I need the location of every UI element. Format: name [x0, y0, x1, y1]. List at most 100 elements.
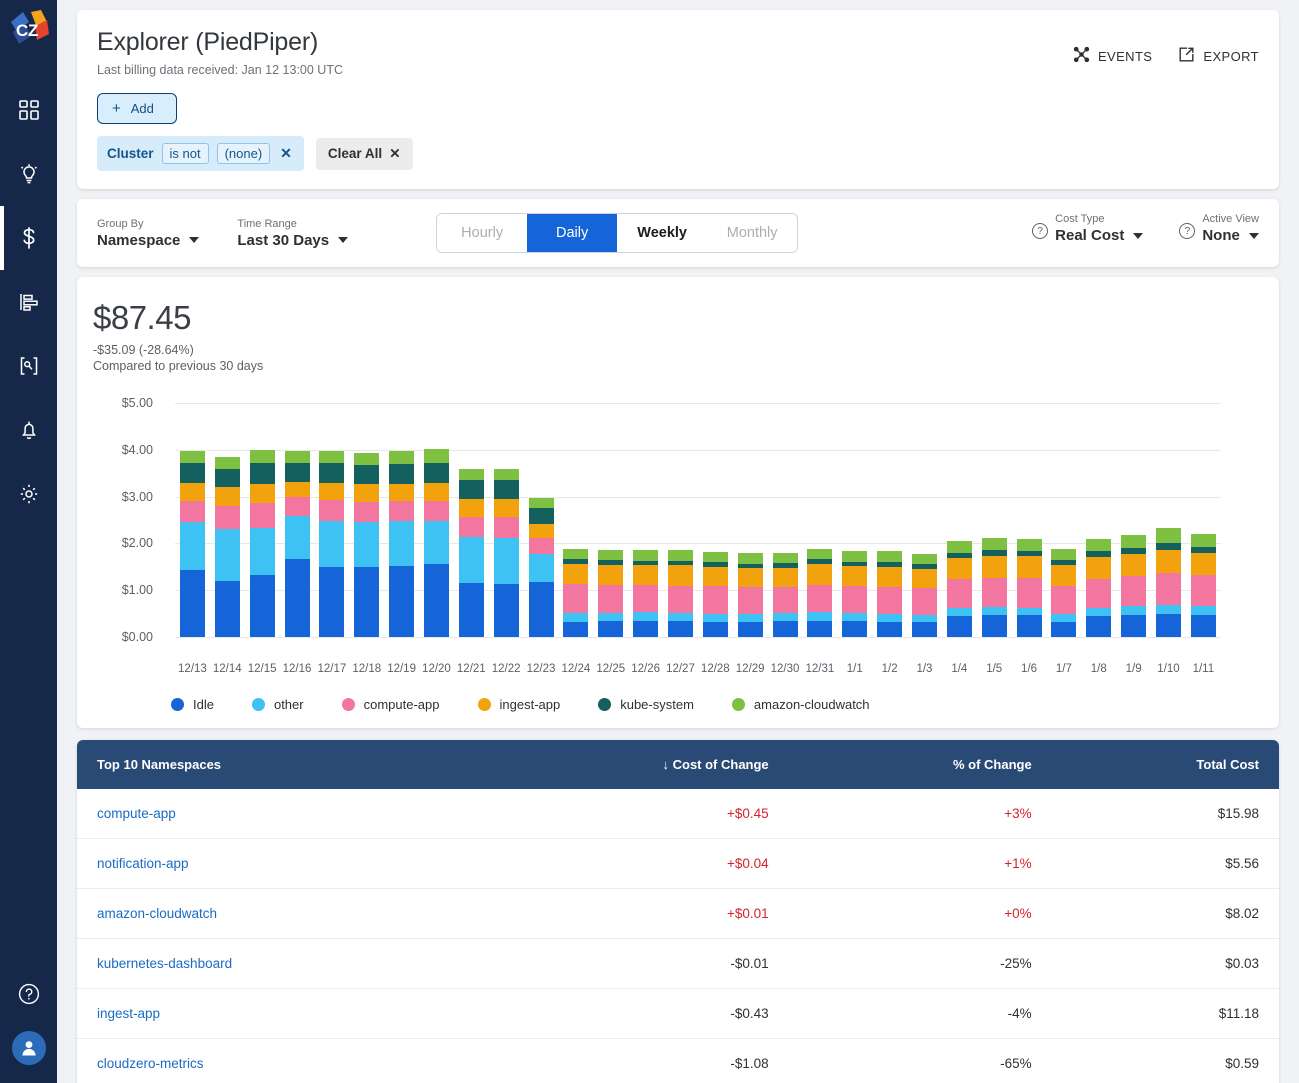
namespace-link[interactable]: cloudzero-metrics [97, 1056, 204, 1071]
bar-segment-Idle[interactable] [1051, 622, 1076, 637]
bar-segment-other[interactable] [807, 612, 832, 620]
bar-column[interactable] [733, 403, 768, 637]
stacked-bar[interactable] [668, 550, 693, 637]
bar-segment-ingest-app[interactable] [982, 556, 1007, 578]
namespace-link[interactable]: ingest-app [97, 1006, 160, 1021]
bar-segment-other[interactable] [947, 608, 972, 615]
bar-segment-Idle[interactable] [1121, 615, 1146, 637]
bar-column[interactable] [1046, 403, 1081, 637]
group-by-control[interactable]: Group By Namespace [97, 218, 199, 249]
bar-column[interactable] [489, 403, 524, 637]
granularity-monthly[interactable]: Monthly [707, 214, 797, 252]
bar-segment-ingest-app[interactable] [494, 499, 519, 517]
bar-segment-ingest-app[interactable] [738, 568, 763, 587]
bar-segment-compute-app[interactable] [1191, 575, 1216, 605]
bar-segment-Idle[interactable] [703, 622, 728, 637]
help-icon[interactable]: ? [1032, 223, 1048, 239]
bar-segment-amazon-cloudwatch[interactable] [668, 550, 693, 560]
question-circle-icon[interactable] [17, 982, 41, 1011]
bar-segment-other[interactable] [459, 537, 484, 583]
export-button[interactable]: EXPORT [1178, 46, 1259, 66]
sidebar-item-insights[interactable] [0, 142, 57, 206]
granularity-daily[interactable]: Daily [527, 214, 617, 252]
namespace-link[interactable]: amazon-cloudwatch [97, 906, 217, 921]
bar-column[interactable] [907, 403, 942, 637]
bar-segment-kube-system[interactable] [250, 463, 275, 484]
bar-segment-other[interactable] [773, 613, 798, 621]
filter-value[interactable]: (none) [217, 143, 271, 164]
bar-column[interactable] [593, 403, 628, 637]
stacked-bar[interactable] [773, 553, 798, 637]
bar-column[interactable] [454, 403, 489, 637]
bar-segment-compute-app[interactable] [982, 578, 1007, 607]
legend-item[interactable]: compute-app [342, 697, 440, 712]
col-pct-of-change[interactable]: % of Change [789, 740, 1052, 789]
bar-segment-other[interactable] [215, 529, 240, 580]
bar-segment-Idle[interactable] [947, 616, 972, 637]
stacked-bar[interactable] [285, 451, 310, 637]
cost-type-value-wrap[interactable]: Real Cost [1055, 227, 1143, 244]
bar-segment-ingest-app[interactable] [459, 499, 484, 517]
bar-segment-Idle[interactable] [877, 622, 902, 637]
bar-column[interactable] [1081, 403, 1116, 637]
legend-item[interactable]: ingest-app [478, 697, 561, 712]
bar-segment-amazon-cloudwatch[interactable] [738, 553, 763, 563]
stacked-bar[interactable] [180, 451, 205, 637]
stacked-bar[interactable] [563, 549, 588, 637]
bar-segment-Idle[interactable] [180, 570, 205, 637]
bar-segment-ingest-app[interactable] [529, 524, 554, 538]
bar-segment-kube-system[interactable] [180, 463, 205, 483]
filter-chip-cluster[interactable]: Cluster is not (none) ✕ [97, 136, 304, 171]
legend-item[interactable]: Idle [171, 697, 214, 712]
bar-segment-Idle[interactable] [459, 583, 484, 637]
bar-segment-ingest-app[interactable] [424, 483, 449, 501]
bar-segment-Idle[interactable] [1086, 616, 1111, 637]
bar-segment-kube-system[interactable] [389, 464, 414, 484]
bar-segment-amazon-cloudwatch[interactable] [285, 451, 310, 463]
bar-segment-other[interactable] [982, 607, 1007, 615]
sidebar-item-dashboard[interactable] [0, 78, 57, 142]
bar-segment-ingest-app[interactable] [285, 482, 310, 497]
bar-segment-amazon-cloudwatch[interactable] [947, 541, 972, 553]
bar-segment-ingest-app[interactable] [668, 565, 693, 585]
active-view-control[interactable]: ? Active View None [1179, 213, 1259, 244]
group-by-value-wrap[interactable]: Namespace [97, 232, 199, 249]
bar-segment-Idle[interactable] [842, 621, 867, 637]
bar-segment-other[interactable] [1017, 608, 1042, 616]
bar-segment-other[interactable] [1086, 608, 1111, 616]
bar-segment-other[interactable] [703, 614, 728, 622]
bar-segment-Idle[interactable] [285, 559, 310, 637]
bar-segment-ingest-app[interactable] [1191, 553, 1216, 575]
bar-segment-Idle[interactable] [807, 621, 832, 637]
bar-segment-amazon-cloudwatch[interactable] [703, 552, 728, 562]
bar-segment-Idle[interactable] [250, 575, 275, 637]
bar-segment-Idle[interactable] [529, 582, 554, 637]
legend-item[interactable]: other [252, 697, 304, 712]
stacked-bar[interactable] [1017, 539, 1042, 637]
bar-segment-Idle[interactable] [668, 621, 693, 637]
legend-item[interactable]: kube-system [598, 697, 694, 712]
bar-segment-other[interactable] [424, 521, 449, 564]
bar-segment-other[interactable] [1156, 605, 1181, 614]
bar-segment-other[interactable] [180, 522, 205, 570]
bar-segment-amazon-cloudwatch[interactable] [354, 453, 379, 465]
bar-segment-amazon-cloudwatch[interactable] [633, 550, 658, 560]
bar-segment-other[interactable] [354, 522, 379, 567]
table-row[interactable]: compute-app+$0.45+3%$15.98 [77, 789, 1279, 839]
bar-segment-Idle[interactable] [633, 621, 658, 637]
bar-column[interactable] [245, 403, 280, 637]
bar-column[interactable] [384, 403, 419, 637]
bar-segment-ingest-app[interactable] [877, 567, 902, 587]
bar-segment-ingest-app[interactable] [807, 564, 832, 585]
bar-column[interactable] [280, 403, 315, 637]
namespace-link[interactable]: compute-app [97, 806, 176, 821]
bar-segment-Idle[interactable] [1191, 615, 1216, 637]
bar-column[interactable] [768, 403, 803, 637]
bar-column[interactable] [524, 403, 559, 637]
bar-segment-ingest-app[interactable] [563, 564, 588, 585]
bar-segment-ingest-app[interactable] [633, 565, 658, 585]
namespace-link[interactable]: kubernetes-dashboard [97, 956, 232, 971]
filter-operator[interactable]: is not [162, 143, 209, 164]
bar-segment-compute-app[interactable] [947, 579, 972, 608]
bar-column[interactable] [698, 403, 733, 637]
